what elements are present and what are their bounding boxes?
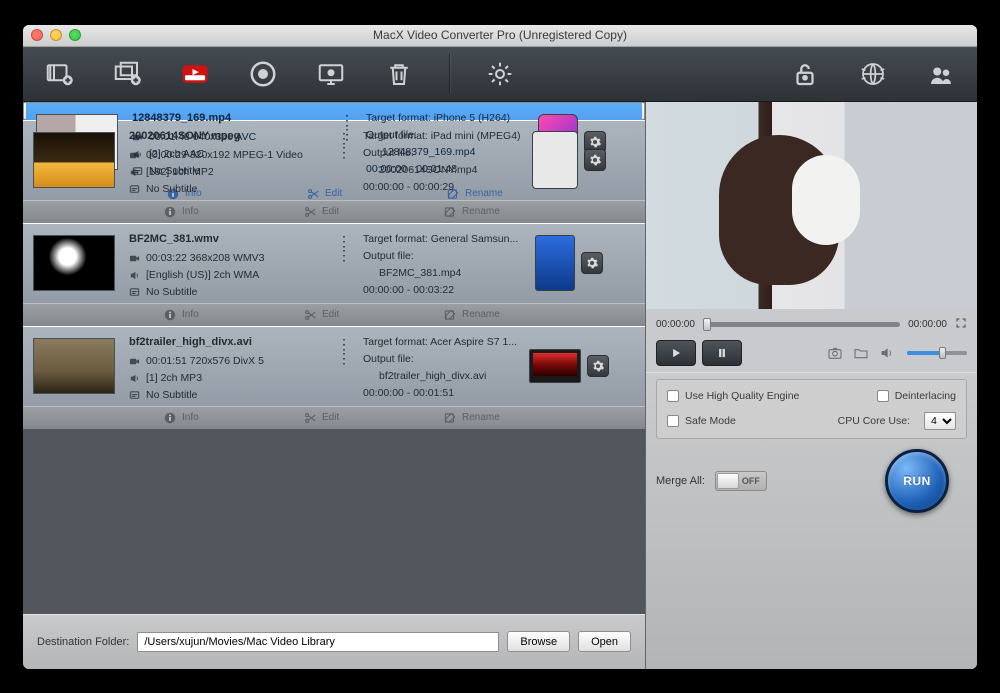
edit-button[interactable]: Edit [303,411,423,425]
toolbar [23,47,977,102]
subtitle-icon [129,390,140,401]
close-icon[interactable] [31,29,43,41]
time-range: 00:00:00 - 00:00:29 [349,179,521,196]
audio-icon [129,270,140,281]
audio-icon [129,373,140,384]
deinterlace-checkbox[interactable]: Deinterlacing [877,390,956,402]
play-button[interactable] [656,340,696,366]
info-button[interactable]: Info [163,411,283,425]
screen-record-button[interactable] [313,56,349,92]
target-format: Target format: Acer Aspire S7 1... [349,334,521,351]
fullscreen-icon[interactable] [955,317,967,332]
file-row[interactable]: 12848379_169.mp4 00:01:48 640x360 AVC [2… [23,102,645,120]
device-icon [535,235,575,291]
file-name: 20020614SONY.mpeg [129,128,341,145]
time-total: 00:00:00 [908,319,947,330]
file-row[interactable]: BF2MC_381.wmv 00:03:22 368x208 WMV3 [Eng… [23,223,645,326]
rename-button[interactable]: Rename [443,308,500,322]
open-button[interactable]: Open [578,631,631,652]
edit-button[interactable]: Edit [303,205,423,219]
row-settings-button[interactable] [584,149,606,171]
rename-button[interactable]: Rename [443,411,500,425]
player-controls: 00:00:00 00:00:00 [646,309,977,372]
seek-slider[interactable] [703,322,900,327]
time-range: 00:00:00 - 00:01:51 [349,385,521,402]
file-name: bf2trailer_high_divx.avi [129,334,341,351]
snapshot-icon[interactable] [825,344,845,362]
app-window: MacX Video Converter Pro (Unregistered C… [23,25,977,669]
file-name: BF2MC_381.wmv [129,231,341,248]
run-button[interactable]: RUN [885,449,949,513]
share-button[interactable] [923,56,959,92]
time-range: 00:00:00 - 00:03:22 [349,282,521,299]
edit-button[interactable]: Edit [303,308,423,322]
window-title: MacX Video Converter Pro (Unregistered C… [81,28,919,42]
minimize-icon[interactable] [50,29,62,41]
device-icon [532,131,578,189]
volume-slider[interactable] [907,351,967,355]
folder-icon[interactable] [851,344,871,362]
titlebar: MacX Video Converter Pro (Unregistered C… [23,25,977,47]
hq-checkbox[interactable]: Use High Quality Engine [667,390,799,402]
add-video-button[interactable] [41,56,77,92]
target-format: Target format: iPad mini (MPEG4) [349,128,521,145]
unlock-button[interactable] [787,56,823,92]
pause-button[interactable] [702,340,742,366]
cpu-label: CPU Core Use: [838,415,910,427]
info-button[interactable]: Info [163,308,283,322]
file-list: 12848379_169.mp4 00:01:48 640x360 AVC [2… [23,102,645,614]
preview-panel [646,102,977,309]
video-icon [129,150,140,161]
merge-label: Merge All: [656,475,705,487]
settings-button[interactable] [482,56,518,92]
thumbnail [33,132,115,188]
web-button[interactable] [855,56,891,92]
row-settings-button[interactable] [587,355,609,377]
target-format: Target format: General Samsun... [349,231,521,248]
info-button[interactable]: Info [163,205,283,219]
thumbnail [33,235,115,291]
audio-icon [129,167,140,178]
video-icon [129,253,140,264]
destination-input[interactable] [137,632,499,652]
zoom-icon[interactable] [69,29,81,41]
output-file: bf2trailer_high_divx.avi [349,368,521,385]
rename-button[interactable]: Rename [443,205,500,219]
thumbnail [33,338,115,394]
video-icon [132,132,143,143]
subtitle-icon [129,184,140,195]
device-icon [529,349,581,383]
file-row[interactable]: bf2trailer_high_divx.avi 00:01:51 720x57… [23,326,645,429]
output-file: 20020614SONY.mp4 [349,162,521,179]
output-file: BF2MC_381.mp4 [349,265,521,282]
destination-label: Destination Folder: [37,636,129,648]
row-settings-button[interactable] [581,252,603,274]
destination-bar: Destination Folder: Browse Open [23,614,645,669]
browse-button[interactable]: Browse [507,631,570,652]
time-current: 00:00:00 [656,319,695,330]
add-photo-button[interactable] [109,56,145,92]
options-panel: Use High Quality Engine Deinterlacing Sa… [656,379,967,439]
record-button[interactable] [245,56,281,92]
volume-icon[interactable] [877,344,897,362]
safemode-checkbox[interactable]: Safe Mode [667,415,736,427]
youtube-button[interactable] [177,56,213,92]
cpu-core-select[interactable]: 4 [924,412,956,430]
merge-toggle[interactable]: OFF [715,471,767,491]
subtitle-icon [129,287,140,298]
trash-button[interactable] [381,56,417,92]
video-icon [129,356,140,367]
